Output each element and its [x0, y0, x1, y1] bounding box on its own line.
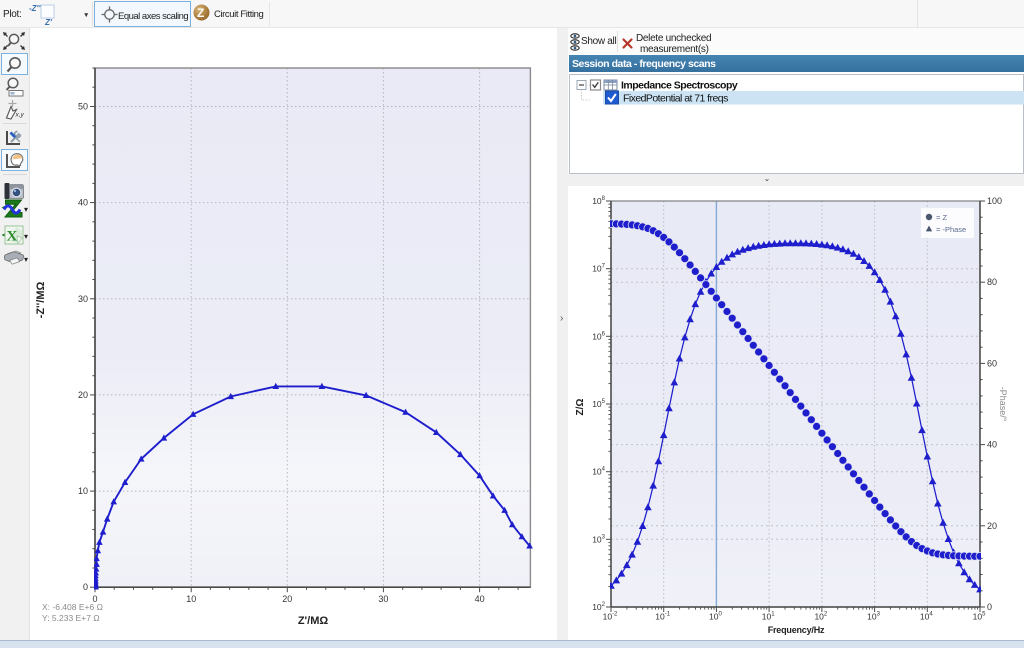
svg-text:Z'/MΩ: Z'/MΩ: [298, 615, 329, 627]
svg-text:Impedance Spectroscopy: Impedance Spectroscopy: [621, 80, 738, 92]
svg-text:80: 80: [987, 277, 997, 287]
svg-text:104: 104: [592, 467, 605, 477]
svg-text:10: 10: [78, 486, 88, 496]
svg-text:-Phase/°: -Phase/°: [998, 387, 1008, 422]
svg-text:40: 40: [987, 440, 997, 450]
svg-text:FixedPotential at 71 freqs: FixedPotential at 71 freqs: [623, 93, 728, 105]
svg-text:30: 30: [378, 594, 388, 604]
svg-text:Z: Z: [197, 6, 204, 20]
svg-text:0: 0: [83, 582, 88, 592]
svg-text:x,y: x,y: [15, 112, 25, 119]
svg-text:10: 10: [186, 594, 196, 604]
svg-text:X: X: [7, 229, 18, 245]
svg-text:= -Phase: = -Phase: [936, 225, 966, 234]
svg-text:Frequency/Hz: Frequency/Hz: [768, 625, 825, 635]
svg-text:100: 100: [987, 196, 1002, 206]
svg-text:108: 108: [592, 196, 605, 206]
svg-text:105: 105: [592, 399, 605, 409]
svg-text:102: 102: [814, 612, 827, 622]
svg-text:Z/Ω: Z/Ω: [575, 399, 586, 416]
svg-text:104: 104: [920, 612, 933, 622]
svg-text:30: 30: [78, 294, 88, 304]
svg-text:40: 40: [475, 594, 485, 604]
svg-text:40: 40: [78, 198, 88, 208]
svg-text:100: 100: [709, 612, 722, 622]
svg-text:10-1: 10-1: [655, 612, 670, 622]
svg-text:107: 107: [592, 264, 605, 274]
svg-text:Z': Z': [44, 18, 53, 26]
svg-text:102: 102: [592, 602, 605, 612]
svg-text:20: 20: [987, 521, 997, 531]
svg-text:105: 105: [973, 612, 986, 622]
svg-text:= Z: = Z: [936, 213, 947, 222]
svg-text:101: 101: [762, 612, 775, 622]
svg-text:X: -6.408 E+6 Ω: X: -6.408 E+6 Ω: [42, 602, 103, 612]
svg-text:-Z'': -Z'': [29, 4, 41, 13]
svg-text:103: 103: [592, 534, 605, 544]
svg-text:106: 106: [592, 331, 605, 341]
svg-text:-Z''/MΩ: -Z''/MΩ: [35, 281, 47, 318]
svg-text:60: 60: [987, 358, 997, 368]
svg-text:103: 103: [867, 612, 880, 622]
svg-text:20: 20: [78, 390, 88, 400]
svg-text:0: 0: [987, 602, 992, 612]
svg-text:10-2: 10-2: [603, 612, 618, 622]
svg-text:Y: 5.233 E+7 Ω: Y: 5.233 E+7 Ω: [42, 613, 100, 623]
svg-text:20: 20: [282, 594, 292, 604]
svg-text:50: 50: [78, 102, 88, 112]
